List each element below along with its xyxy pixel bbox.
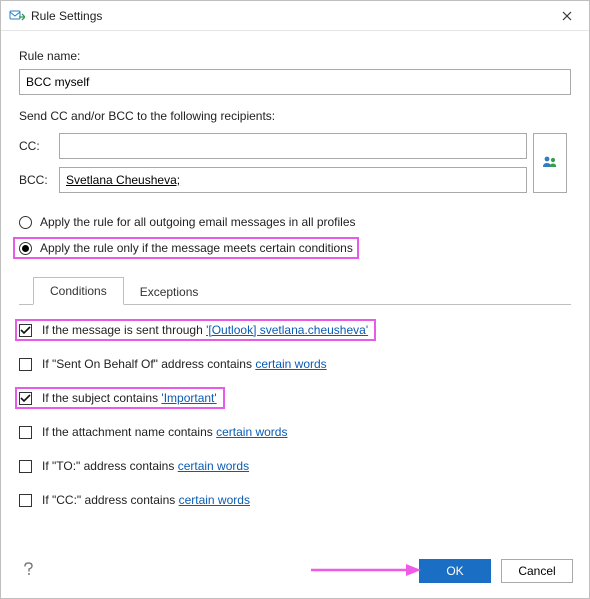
radio-apply-all[interactable]: Apply the rule for all outgoing email me… — [19, 211, 571, 233]
checkbox[interactable] — [19, 494, 32, 507]
checkbox[interactable] — [19, 460, 32, 473]
bcc-recipient-chip[interactable]: Svetlana Cheusheva; — [66, 173, 180, 187]
condition-link[interactable]: certain words — [179, 493, 250, 507]
condition-link[interactable]: certain words — [178, 459, 249, 473]
dialog-footer: OK Cancel — [1, 546, 589, 598]
tab-conditions[interactable]: Conditions — [33, 277, 124, 305]
condition-row: If "Sent On Behalf Of" address contains … — [19, 353, 571, 375]
tabstrip: Conditions Exceptions — [19, 275, 571, 305]
dialog-body: Rule name: Send CC and/or BCC to the fol… — [1, 31, 589, 546]
condition-row: If "TO:" address contains certain words — [19, 455, 571, 477]
help-button[interactable] — [17, 557, 40, 584]
condition-prefix: If "Sent On Behalf Of" address contains — [42, 357, 255, 371]
cc-label: CC: — [19, 139, 53, 153]
condition-row: If the subject contains 'Important' — [15, 387, 225, 409]
condition-row: If the message is sent through '[Outlook… — [15, 319, 376, 341]
conditions-list: If the message is sent through '[Outlook… — [19, 319, 571, 511]
condition-prefix: If the attachment name contains — [42, 425, 216, 439]
app-icon — [9, 8, 25, 24]
dialog-title: Rule Settings — [31, 9, 102, 23]
condition-text: If "TO:" address contains certain words — [42, 459, 249, 473]
checkbox[interactable] — [19, 324, 32, 337]
condition-text: If the message is sent through '[Outlook… — [42, 323, 368, 337]
radio-apply-conditional-label: Apply the rule only if the message meets… — [40, 241, 353, 255]
condition-row: If the attachment name contains certain … — [19, 421, 571, 443]
condition-text: If the subject contains 'Important' — [42, 391, 217, 405]
radio-apply-conditional[interactable]: Apply the rule only if the message meets… — [13, 237, 359, 259]
condition-link[interactable]: 'Important' — [161, 391, 216, 405]
tab-exceptions[interactable]: Exceptions — [124, 279, 215, 305]
close-button[interactable] — [544, 1, 589, 31]
bcc-input[interactable]: Svetlana Cheusheva; — [59, 167, 527, 193]
cc-input[interactable] — [59, 133, 527, 159]
condition-link[interactable]: certain words — [216, 425, 287, 439]
address-book-button[interactable] — [533, 133, 567, 193]
radio-icon — [19, 216, 32, 229]
condition-link[interactable]: '[Outlook] svetlana.cheusheva' — [206, 323, 368, 337]
cancel-button[interactable]: Cancel — [501, 559, 573, 583]
bcc-label: BCC: — [19, 173, 53, 187]
recipients-heading: Send CC and/or BCC to the following reci… — [19, 109, 571, 123]
condition-prefix: If the subject contains — [42, 391, 161, 405]
people-icon — [541, 153, 559, 174]
ok-button[interactable]: OK — [419, 559, 491, 583]
checkbox[interactable] — [19, 392, 32, 405]
condition-prefix: If "TO:" address contains — [42, 459, 178, 473]
radio-icon — [19, 242, 32, 255]
condition-prefix: If the message is sent through — [42, 323, 206, 337]
rule-name-label: Rule name: — [19, 49, 571, 63]
checkbox[interactable] — [19, 358, 32, 371]
condition-row: If "CC:" address contains certain words — [19, 489, 571, 511]
condition-text: If "Sent On Behalf Of" address contains … — [42, 357, 327, 371]
condition-prefix: If "CC:" address contains — [42, 493, 179, 507]
condition-link[interactable]: certain words — [255, 357, 326, 371]
condition-text: If the attachment name contains certain … — [42, 425, 287, 439]
dialog-rule-settings: Rule Settings Rule name: Send CC and/or … — [0, 0, 590, 599]
checkbox[interactable] — [19, 426, 32, 439]
recipients-section: Send CC and/or BCC to the following reci… — [19, 109, 571, 193]
rule-name-input[interactable] — [19, 69, 571, 95]
titlebar: Rule Settings — [1, 1, 589, 31]
apply-scope-radios: Apply the rule for all outgoing email me… — [19, 211, 571, 259]
radio-apply-all-label: Apply the rule for all outgoing email me… — [40, 215, 356, 229]
condition-text: If "CC:" address contains certain words — [42, 493, 250, 507]
